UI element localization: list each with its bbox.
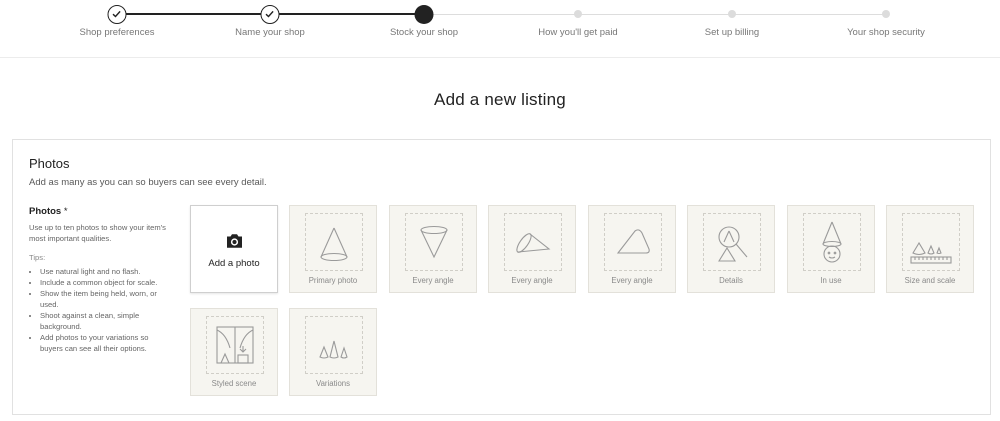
photo-slot-every-angle-2[interactable]: Every angle (488, 205, 576, 293)
cone-icon (320, 227, 348, 262)
step-label: Name your shop (235, 27, 305, 38)
pending-step-icon (574, 10, 582, 18)
photos-section: Photos Add as many as you can so buyers … (12, 139, 991, 415)
field-label-text: Photos (29, 206, 62, 217)
step-label: Stock your shop (389, 27, 459, 38)
required-mark: * (63, 206, 68, 217)
check-icon (107, 5, 127, 24)
section-title: Photos (29, 156, 70, 171)
cone-on-face-icon (822, 221, 842, 263)
tip-item: Add photos to your variations so buyers … (40, 332, 169, 354)
cone-side-icon (516, 233, 551, 253)
slot-caption: Primary photo (308, 276, 358, 285)
photos-help: Photos * Use up to ten photos to show yo… (29, 206, 169, 354)
slot-caption: Details (719, 276, 743, 285)
cone-inverted-icon (420, 225, 448, 259)
photo-slot-size-and-scale[interactable]: Size and scale (886, 205, 974, 293)
current-step-icon (414, 5, 434, 24)
section-subtitle: Add as many as you can so buyers can see… (29, 177, 267, 188)
check-icon (260, 5, 280, 24)
slot-caption: Variations (315, 379, 351, 388)
add-photo-label: Add a photo (208, 258, 260, 269)
step-label: Your shop security (847, 27, 925, 38)
photo-slot-details[interactable]: Details (687, 205, 775, 293)
tip-item: Show the item being held, worn, or used. (40, 288, 169, 310)
step-label: Shop preferences (79, 27, 155, 38)
window-scene-icon (216, 326, 254, 364)
photo-slot-styled-scene[interactable]: Styled scene (190, 308, 278, 396)
cones-ruler-icon (910, 241, 952, 264)
three-cones-icon (319, 340, 348, 359)
slot-caption: In use (820, 276, 842, 285)
tip-item: Use natural light and no flash. (40, 266, 169, 277)
field-description: Use up to ten photos to show your item's… (29, 223, 166, 243)
tips-list: Use natural light and no flash. Include … (29, 266, 169, 354)
photo-slot-primary[interactable]: Primary photo (289, 205, 377, 293)
step-label: How you'll get paid (538, 27, 618, 38)
add-photo-button[interactable]: Add a photo (190, 205, 278, 293)
slot-caption: Every angle (611, 276, 653, 285)
slot-caption: Every angle (412, 276, 454, 285)
pending-step-icon (728, 10, 736, 18)
tip-item: Shoot against a clean, simple background… (40, 310, 169, 332)
photo-slot-variations[interactable]: Variations (289, 308, 377, 396)
tips-label: Tips: (29, 253, 46, 262)
cone-tilted-icon (616, 229, 650, 254)
photo-slot-in-use[interactable]: In use (787, 205, 875, 293)
field-label: Photos * (29, 206, 169, 217)
pending-step-icon (882, 10, 890, 18)
magnifier-cone-icon (718, 226, 748, 262)
slot-caption: Every angle (511, 276, 553, 285)
slot-caption: Styled scene (211, 379, 257, 388)
camera-icon (227, 234, 242, 248)
page-title: Add a new listing (434, 90, 566, 109)
slot-caption: Size and scale (904, 276, 956, 285)
tip-item: Include a common object for scale. (40, 277, 169, 288)
photo-slot-every-angle-1[interactable]: Every angle (389, 205, 477, 293)
step-label: Set up billing (704, 27, 760, 38)
photo-slot-every-angle-3[interactable]: Every angle (588, 205, 676, 293)
progress-stepper: Shop preferences Name your shop Stock yo… (0, 0, 1000, 58)
